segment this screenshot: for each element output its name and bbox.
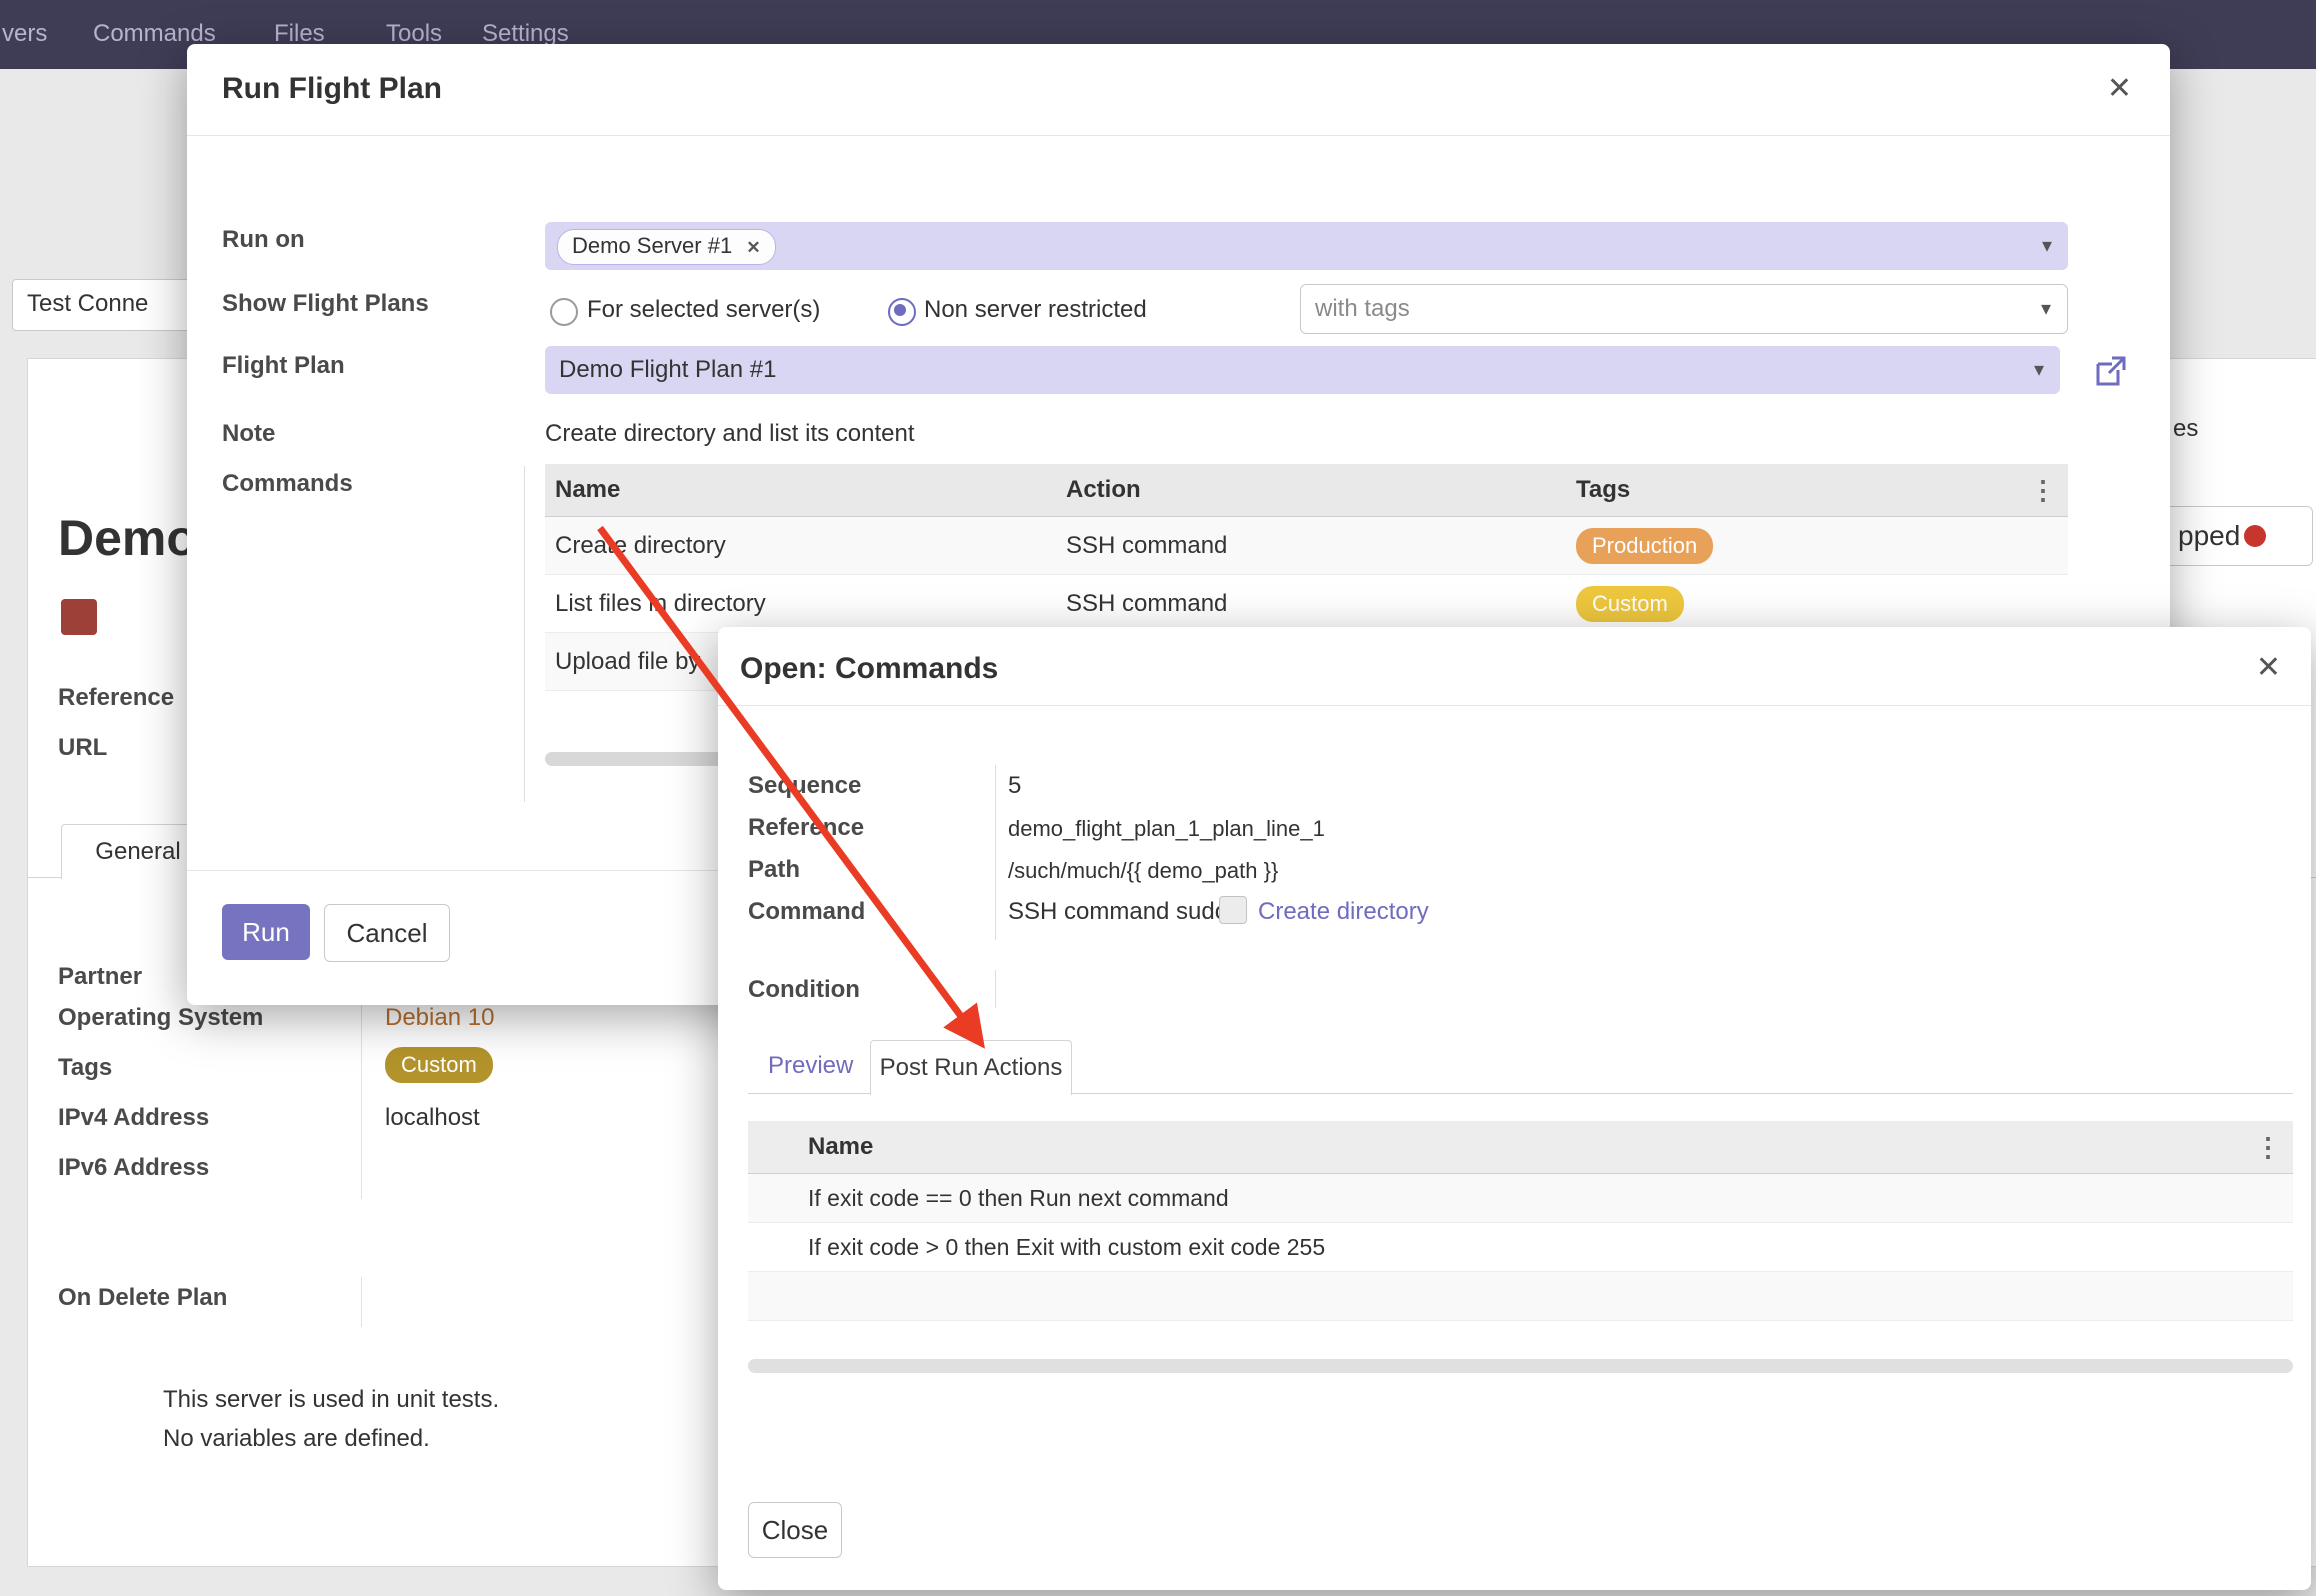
command-label: Command (748, 898, 865, 926)
reference-value: demo_flight_plan_1_plan_line_1 (1008, 816, 1325, 842)
table-row-empty (748, 1272, 2293, 1321)
operating-system-label: Operating System (58, 1004, 263, 1032)
table-row[interactable]: Create directory SSH command Production (545, 517, 2068, 575)
path-label: Path (748, 856, 800, 884)
url-label: URL (58, 734, 107, 762)
nav-item-servers[interactable]: vers (2, 20, 47, 48)
cell-action: SSH command (1066, 590, 1576, 618)
column-header-action: Action (1066, 476, 1576, 504)
create-directory-link[interactable]: Create directory (1258, 898, 1429, 926)
tab-label-fragment: es (2173, 415, 2198, 443)
command-value: SSH command sudo (1008, 898, 1228, 926)
cell-name: If exit code > 0 then Exit with custom e… (748, 1234, 1325, 1261)
screen: vers Commands Files Tools Settings Test … (0, 0, 2316, 1596)
selected-server-tag-label: Demo Server #1 (572, 233, 732, 258)
status-dot-icon (2244, 525, 2266, 547)
flight-plan-label: Flight Plan (222, 352, 345, 380)
run-on-label: Run on (222, 226, 305, 254)
show-flight-plans-label: Show Flight Plans (222, 290, 429, 318)
create-directory-checkbox[interactable] (1219, 896, 1247, 924)
flight-plan-value: Demo Flight Plan #1 (559, 356, 776, 384)
close-button[interactable]: Close (748, 1502, 842, 1558)
caret-down-icon[interactable]: ▾ (2041, 296, 2051, 321)
run-button[interactable]: Run (222, 904, 310, 960)
radio-for-selected-servers[interactable] (550, 298, 578, 326)
modal-title: Run Flight Plan (222, 72, 442, 106)
radio-non-server-restricted-label: Non server restricted (924, 296, 1147, 324)
sequence-value: 5 (1008, 772, 1021, 800)
field-separator (361, 1277, 362, 1327)
reference-label: Reference (58, 684, 174, 712)
field-separator (995, 765, 996, 940)
post-run-actions-table: Name ⋮ If exit code == 0 then Run next c… (748, 1121, 2293, 1321)
table-row[interactable]: If exit code == 0 then Run next command (748, 1174, 2293, 1223)
condition-label: Condition (748, 976, 860, 1004)
column-header-name: Name (545, 476, 1066, 504)
column-header-name: Name (748, 1133, 2237, 1161)
sequence-label: Sequence (748, 772, 861, 800)
external-link-icon[interactable] (2090, 352, 2130, 392)
cell-name: Create directory (545, 532, 1066, 560)
close-icon[interactable]: ✕ (2107, 74, 2132, 104)
radio-dot-icon (894, 304, 906, 316)
table-header-row: Name ⋮ (748, 1121, 2293, 1174)
with-tags-placeholder: with tags (1315, 295, 1410, 323)
cell-action: SSH command (1066, 532, 1576, 560)
tag-badge-custom: Custom (1576, 586, 1684, 622)
modal-header-divider (187, 135, 2170, 136)
horizontal-scrollbar[interactable] (748, 1359, 2293, 1373)
kebab-menu-icon[interactable]: ⋮ (2012, 475, 2068, 506)
commands-label: Commands (222, 470, 353, 498)
ipv4-label: IPv4 Address (58, 1104, 209, 1132)
field-separator (995, 970, 996, 1008)
radio-non-server-restricted[interactable] (888, 298, 916, 326)
table-row[interactable]: List files in directory SSH command Cust… (545, 575, 2068, 633)
caret-down-icon[interactable]: ▾ (2042, 233, 2052, 258)
ipv4-value: localhost (385, 1104, 480, 1132)
kebab-menu-icon[interactable]: ⋮ (2237, 1132, 2293, 1163)
table-row[interactable]: If exit code > 0 then Exit with custom e… (748, 1223, 2293, 1272)
unit-test-note-line2: No variables are defined. (163, 1425, 430, 1453)
section-separator (524, 466, 525, 802)
note-value: Create directory and list its content (545, 420, 915, 448)
modal-title: Open: Commands (740, 652, 998, 686)
caret-down-icon[interactable]: ▾ (2034, 357, 2044, 382)
cell-name: If exit code == 0 then Run next command (748, 1185, 1229, 1212)
close-icon[interactable]: ✕ (2256, 653, 2281, 683)
with-tags-select[interactable]: with tags ▾ (1300, 284, 2068, 334)
color-swatch (61, 599, 97, 635)
status-label: pped (2178, 520, 2240, 552)
selected-server-tag: Demo Server #1 ✕ (557, 229, 776, 265)
tab-post-run-actions[interactable]: Post Run Actions (870, 1040, 1072, 1095)
flight-plan-select[interactable]: Demo Flight Plan #1 ▾ (545, 346, 2060, 394)
tag-badge-custom: Custom (385, 1047, 493, 1083)
remove-tag-icon[interactable]: ✕ (746, 238, 760, 257)
run-on-select[interactable]: Demo Server #1 ✕ ▾ (545, 222, 2068, 270)
path-value: /such/much/{{ demo_path }} (1008, 858, 1278, 884)
os-value-link[interactable]: Debian 10 (385, 1004, 494, 1032)
note-label: Note (222, 420, 275, 448)
tab-preview[interactable]: Preview (768, 1052, 853, 1080)
modal-header-divider (718, 705, 2311, 706)
cell-name: List files in directory (545, 590, 1066, 618)
table-header-row: Name Action Tags ⋮ (545, 464, 2068, 517)
ipv6-label: IPv6 Address (58, 1154, 209, 1182)
tags-label: Tags (58, 1054, 112, 1082)
radio-for-selected-servers-label: For selected server(s) (587, 296, 820, 324)
on-delete-plan-label: On Delete Plan (58, 1284, 227, 1312)
open-commands-modal: Open: Commands ✕ Sequence Reference Path… (718, 627, 2311, 1590)
unit-test-note-line1: This server is used in unit tests. (163, 1386, 499, 1414)
column-header-tags: Tags (1576, 476, 2012, 504)
server-title: Demo (58, 509, 197, 567)
cancel-button[interactable]: Cancel (324, 904, 450, 962)
reference-label: Reference (748, 814, 864, 842)
partner-label: Partner (58, 963, 142, 991)
tag-badge-production: Production (1576, 528, 1713, 564)
